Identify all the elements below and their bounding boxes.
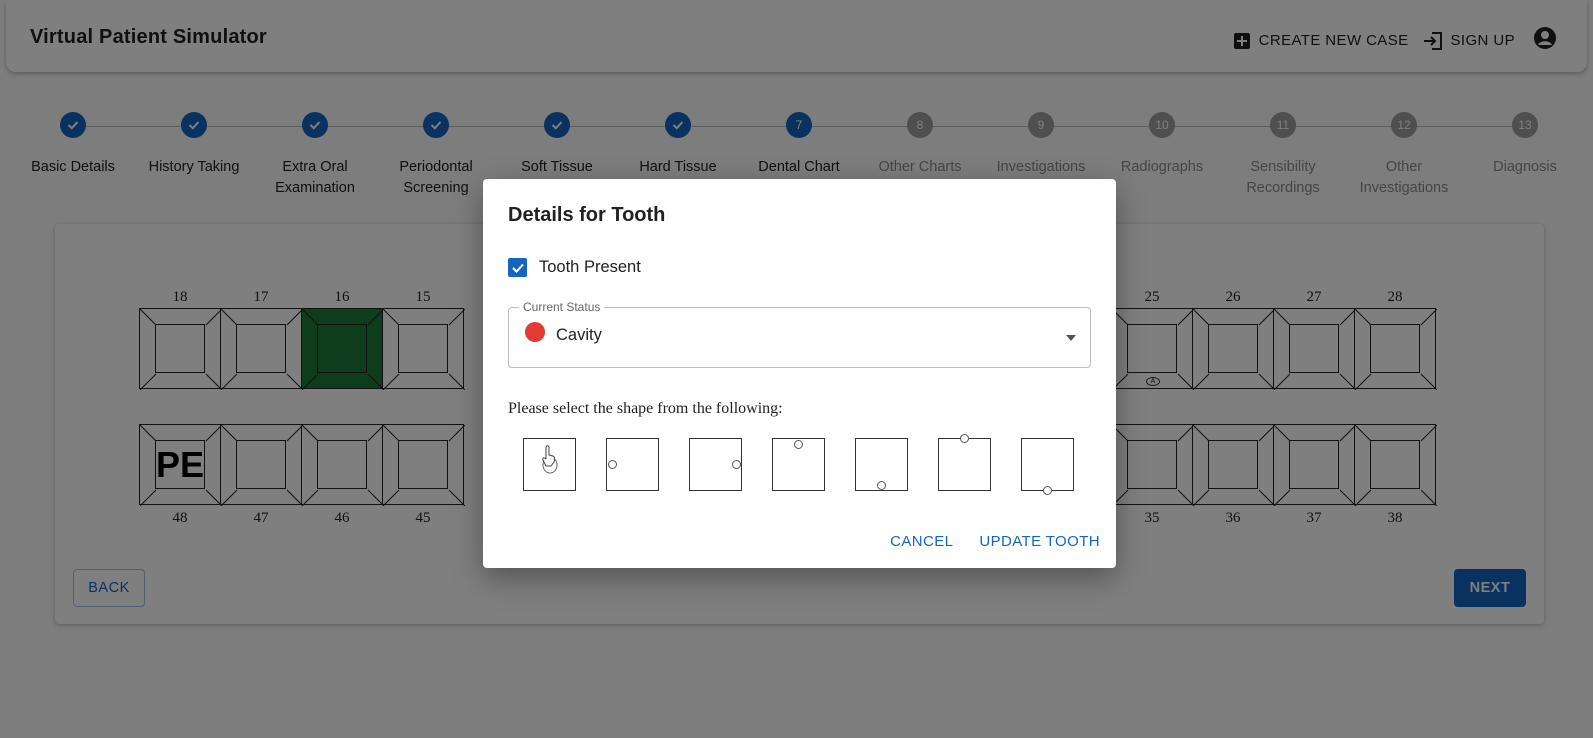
status-color-dot xyxy=(525,322,545,342)
shape-option-bottom-notch[interactable] xyxy=(1021,438,1074,495)
shape-option-full[interactable] xyxy=(523,438,576,491)
shape-prompt: Please select the shape from the followi… xyxy=(508,400,783,417)
dropdown-arrow-icon xyxy=(1066,335,1076,341)
shape-option-bottom[interactable] xyxy=(855,438,908,491)
dialog-actions: CANCEL UPDATE TOOTH xyxy=(864,533,1100,550)
cavity-mark-left xyxy=(608,460,617,469)
current-status-text: Cavity xyxy=(556,325,602,344)
shape-option-top[interactable] xyxy=(772,438,825,491)
shape-option-right[interactable] xyxy=(689,438,742,491)
cavity-mark-top-notch xyxy=(960,434,969,443)
cavity-mark-bottom xyxy=(877,481,886,490)
cavity-mark-top xyxy=(794,440,803,449)
dialog-title: Details for Tooth xyxy=(508,204,666,226)
tooth-details-dialog: Details for Tooth Tooth Present Current … xyxy=(483,179,1116,568)
pointer-hand-icon xyxy=(542,445,558,474)
cavity-mark-right xyxy=(732,460,741,469)
current-status-select[interactable]: Current Status Cavity xyxy=(508,300,1091,368)
tooth-present-row[interactable]: Tooth Present xyxy=(508,258,641,277)
update-tooth-button[interactable]: UPDATE TOOTH xyxy=(979,533,1100,550)
shape-option-left[interactable] xyxy=(606,438,659,491)
tooth-present-checkbox[interactable] xyxy=(508,258,527,277)
cavity-mark-bottom-notch xyxy=(1043,486,1052,495)
shape-option-top-notch[interactable] xyxy=(938,434,991,491)
tooth-present-label: Tooth Present xyxy=(539,258,641,276)
current-status-legend: Current Status xyxy=(519,300,605,314)
cancel-button[interactable]: CANCEL xyxy=(890,533,953,550)
check-icon xyxy=(511,263,524,273)
current-status-value: Cavity xyxy=(525,322,602,345)
